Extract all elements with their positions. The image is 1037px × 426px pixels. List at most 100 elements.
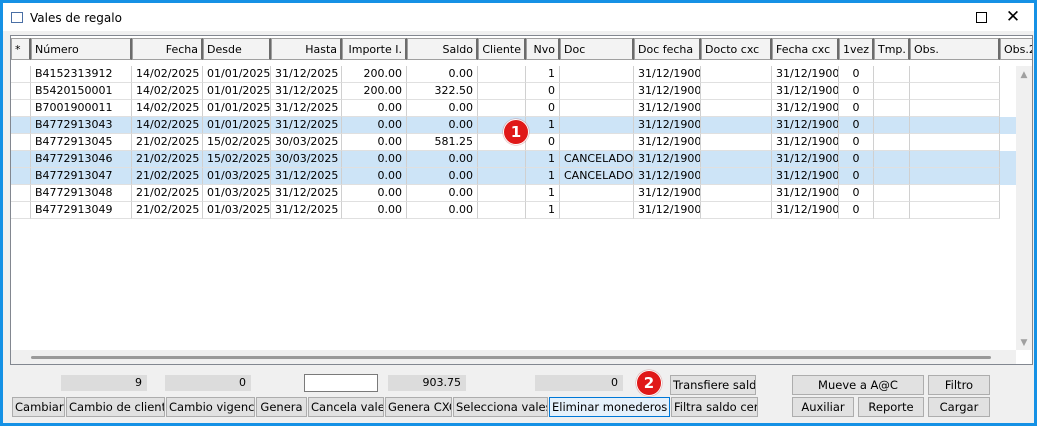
transfiere-saldo-button[interactable]: Transfiere saldo <box>670 375 756 395</box>
row-indicator[interactable] <box>11 151 31 168</box>
cell-tmp[interactable] <box>874 83 910 100</box>
scroll-up-icon[interactable]: ▲ <box>1016 70 1032 80</box>
cell-fecha[interactable]: 14/02/2025 <box>132 66 203 83</box>
cell-doc[interactable] <box>560 83 634 100</box>
cell-desde[interactable]: 01/03/2025 <box>203 185 271 202</box>
cell-hasta[interactable]: 31/12/2025 <box>271 202 342 219</box>
cell-importe[interactable]: 200.00 <box>342 83 407 100</box>
cell-fecha-cxc[interactable]: 31/12/1900 <box>772 117 839 134</box>
cell-fecha-cxc[interactable]: 31/12/1900 <box>772 83 839 100</box>
auxiliar-button[interactable]: Auxiliar <box>792 397 854 417</box>
cell-una-vez[interactable]: 0 <box>839 151 874 168</box>
cell-doc-fecha[interactable]: 31/12/1900 <box>634 100 701 117</box>
cell-doc[interactable] <box>560 202 634 219</box>
column-header-saldo[interactable]: Saldo <box>407 38 478 60</box>
column-header-una-vez[interactable]: 1vez <box>839 38 874 60</box>
cell-fecha[interactable]: 21/02/2025 <box>132 202 203 219</box>
cell-doc[interactable] <box>560 66 634 83</box>
cell-fecha-cxc[interactable]: 31/12/1900 <box>772 66 839 83</box>
table-row[interactable]: B4772913047 21/02/2025 01/03/2025 31/12/202… <box>11 168 1016 185</box>
cell-docto-cxc[interactable] <box>701 185 772 202</box>
cell-importe[interactable]: 0.00 <box>342 202 407 219</box>
cell-hasta[interactable]: 30/03/2025 <box>271 134 342 151</box>
cell-saldo[interactable]: 0.00 <box>407 100 478 117</box>
cell-doc-fecha[interactable]: 31/12/1900 <box>634 117 701 134</box>
cell-docto-cxc[interactable] <box>701 134 772 151</box>
cell-doc-fecha[interactable]: 31/12/1900 <box>634 168 701 185</box>
cell-obs[interactable] <box>910 117 1000 134</box>
cell-tmp[interactable] <box>874 185 910 202</box>
cell-importe[interactable]: 0.00 <box>342 185 407 202</box>
row-indicator[interactable] <box>11 202 31 219</box>
maximize-button[interactable] <box>969 7 993 27</box>
reporte-button[interactable]: Reporte <box>858 397 924 417</box>
cell-saldo[interactable]: 581.25 <box>407 134 478 151</box>
cell-doc-fecha[interactable]: 31/12/1900 <box>634 202 701 219</box>
table-row[interactable]: B4772913048 21/02/2025 01/03/2025 31/12/202… <box>11 185 1016 202</box>
column-header-star[interactable]: * <box>11 38 31 60</box>
cell-fecha[interactable]: 21/02/2025 <box>132 168 203 185</box>
column-header-doc-fecha[interactable]: Doc fecha <box>634 38 701 60</box>
cargar-button[interactable]: Cargar <box>928 397 990 417</box>
row-indicator[interactable] <box>11 185 31 202</box>
column-header-obs[interactable]: Obs. <box>910 38 1000 60</box>
cell-obs[interactable] <box>910 66 1000 83</box>
cell-numero[interactable]: B5420150001 <box>31 83 132 100</box>
cell-obs[interactable] <box>910 83 1000 100</box>
cell-una-vez[interactable]: 0 <box>839 134 874 151</box>
cell-docto-cxc[interactable] <box>701 66 772 83</box>
cell-desde[interactable]: 01/01/2025 <box>203 117 271 134</box>
column-header-desde[interactable]: Desde <box>203 38 271 60</box>
cell-saldo[interactable]: 0.00 <box>407 168 478 185</box>
column-header-fecha-cxc[interactable]: Fecha cxc <box>772 38 839 60</box>
cell-nvo[interactable]: 1 <box>526 202 560 219</box>
cell-numero[interactable]: B4772913047 <box>31 168 132 185</box>
cell-fecha[interactable]: 21/02/2025 <box>132 151 203 168</box>
cell-nvo[interactable]: 1 <box>526 117 560 134</box>
cell-obs[interactable] <box>910 134 1000 151</box>
cell-hasta[interactable]: 30/03/2025 <box>271 151 342 168</box>
column-header-numero[interactable]: Número <box>31 38 132 60</box>
cell-hasta[interactable]: 31/12/2025 <box>271 100 342 117</box>
cambio-vigencia-button[interactable]: Cambio vigencia <box>166 397 255 417</box>
cell-fecha-cxc[interactable]: 31/12/1900 <box>772 202 839 219</box>
cell-fecha[interactable]: 14/02/2025 <box>132 83 203 100</box>
filtra-saldo-cero-button[interactable]: Filtra saldo cero <box>671 397 758 417</box>
cell-cliente[interactable] <box>478 66 526 83</box>
horizontal-scrollbar[interactable] <box>11 350 1016 364</box>
cell-fecha[interactable]: 14/02/2025 <box>132 117 203 134</box>
cell-una-vez[interactable]: 0 <box>839 168 874 185</box>
column-header-hasta[interactable]: Hasta <box>271 38 342 60</box>
cell-doc[interactable] <box>560 117 634 134</box>
column-header-docto-cxc[interactable]: Docto cxc <box>701 38 772 60</box>
cell-doc[interactable]: CANCELADO <box>560 168 634 185</box>
table-row[interactable]: B5420150001 14/02/2025 01/01/2025 31/12/202… <box>11 83 1016 100</box>
table-row[interactable]: B4772913049 21/02/2025 01/03/2025 31/12/202… <box>11 202 1016 219</box>
cell-cliente[interactable] <box>478 202 526 219</box>
cell-docto-cxc[interactable] <box>701 117 772 134</box>
cambiar-button[interactable]: Cambiar <box>12 397 65 417</box>
table-row[interactable]: B7001900011 14/02/2025 01/01/2025 31/12/202… <box>11 100 1016 117</box>
cell-importe[interactable]: 0.00 <box>342 117 407 134</box>
cell-fecha-cxc[interactable]: 31/12/1900 <box>772 185 839 202</box>
cell-docto-cxc[interactable] <box>701 168 772 185</box>
cell-fecha-cxc[interactable]: 31/12/1900 <box>772 151 839 168</box>
cell-nvo[interactable]: 1 <box>526 151 560 168</box>
cell-doc-fecha[interactable]: 31/12/1900 <box>634 134 701 151</box>
cell-nvo[interactable]: 0 <box>526 83 560 100</box>
column-header-tmp[interactable]: Tmp. <box>874 38 910 60</box>
mueve-aac-button[interactable]: Mueve a A@C <box>792 375 924 395</box>
row-indicator[interactable] <box>11 100 31 117</box>
cell-importe[interactable]: 0.00 <box>342 168 407 185</box>
cell-obs[interactable] <box>910 100 1000 117</box>
cell-numero[interactable]: B4772913045 <box>31 134 132 151</box>
cell-doc[interactable]: CANCELADO <box>560 151 634 168</box>
column-header-doc[interactable]: Doc <box>560 38 634 60</box>
cell-tmp[interactable] <box>874 202 910 219</box>
cell-desde[interactable]: 15/02/2025 <box>203 151 271 168</box>
row-indicator[interactable] <box>11 134 31 151</box>
cell-cliente[interactable] <box>478 185 526 202</box>
column-header-importe[interactable]: Importe I. <box>342 38 407 60</box>
total-input-field[interactable] <box>304 374 378 392</box>
cell-nvo[interactable]: 1 <box>526 168 560 185</box>
